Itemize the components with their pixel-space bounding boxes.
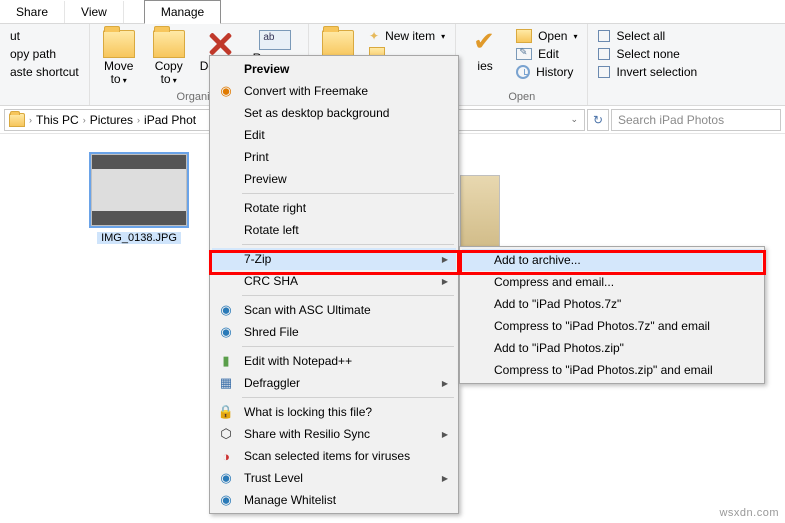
lock-icon: 🔒 (218, 404, 234, 420)
history-button[interactable]: History (512, 64, 581, 80)
watermark: wsxdn.com (719, 507, 779, 519)
menu-set-background[interactable]: Set as desktop background (212, 102, 456, 124)
crumb-thispc[interactable]: This PC (36, 113, 79, 127)
menu-preview[interactable]: Preview (212, 58, 456, 80)
open-icon (516, 29, 532, 43)
select-all-button[interactable]: Select all (594, 28, 701, 44)
group-label-open: Open (462, 89, 581, 105)
shield-icon: ◉ (218, 492, 234, 508)
submenu-add-7z[interactable]: Add to "iPad Photos.7z" (462, 293, 762, 315)
notepad-icon: ▮ (218, 353, 234, 369)
chevron-right-icon[interactable]: › (29, 115, 32, 125)
new-item-button[interactable]: ✦New item▾ (365, 28, 449, 44)
folder-icon (153, 30, 185, 58)
menu-separator (242, 397, 454, 398)
menu-separator (242, 346, 454, 347)
tab-share[interactable]: Share (0, 1, 65, 23)
file-name: IMG_0138.JPG (97, 232, 181, 244)
invert-selection-button[interactable]: Invert selection (594, 64, 701, 80)
submenu-add-zip[interactable]: Add to "iPad Photos.zip" (462, 337, 762, 359)
submenu-compress-7z-email[interactable]: Compress to "iPad Photos.7z" and email (462, 315, 762, 337)
context-submenu-7zip: Add to archive... Compress and email... … (459, 246, 765, 384)
refresh-button[interactable]: ↻ (587, 109, 609, 131)
menu-separator (242, 295, 454, 296)
menu-resilio[interactable]: ⬡Share with Resilio Sync (212, 423, 456, 445)
resilio-icon: ⬡ (218, 426, 234, 442)
properties-button[interactable]: ies (462, 26, 508, 73)
copy-to-button[interactable]: Copy to ▾ (146, 26, 192, 86)
freemake-icon: ◉ (218, 83, 234, 99)
folder-icon (103, 30, 135, 58)
menu-whitelist[interactable]: ◉Manage Whitelist (212, 489, 456, 511)
menu-convert-freemake[interactable]: ◉Convert with Freemake (212, 80, 456, 102)
checkbox-icon (598, 30, 610, 42)
edit-icon (516, 48, 532, 60)
file-thumbnail[interactable] (460, 175, 500, 247)
menu-notepadpp[interactable]: ▮Edit with Notepad++ (212, 350, 456, 372)
shred-icon: ◉ (218, 324, 234, 340)
shield-icon: ◑ (218, 448, 234, 464)
chevron-right-icon[interactable]: › (83, 115, 86, 125)
move-to-button[interactable]: Move to ▾ (96, 26, 142, 86)
submenu-compress-email[interactable]: Compress and email... (462, 271, 762, 293)
ribbon-tabs: Share View Manage (0, 0, 785, 24)
menu-preview2[interactable]: Preview (212, 168, 456, 190)
search-input[interactable]: Search iPad Photos (611, 109, 781, 131)
thumbnail-image (91, 154, 187, 226)
cut-button[interactable]: ut (6, 28, 83, 44)
folder-icon (322, 30, 354, 58)
context-menu: Preview ◉Convert with Freemake Set as de… (209, 55, 459, 514)
rename-icon (259, 30, 291, 50)
chevron-down-icon[interactable]: ⌄ (570, 114, 578, 125)
delete-x-icon (205, 30, 235, 58)
folder-icon (9, 113, 25, 127)
crumb-ipad[interactable]: iPad Phot (144, 113, 196, 127)
menu-7zip[interactable]: 7-Zip (212, 248, 456, 270)
defraggler-icon: ▦ (218, 375, 234, 391)
menu-scan-asc[interactable]: ◉Scan with ASC Ultimate (212, 299, 456, 321)
checkbox-icon (598, 66, 610, 78)
menu-locking-file[interactable]: 🔒What is locking this file? (212, 401, 456, 423)
refresh-icon: ↻ (593, 113, 603, 127)
menu-edit[interactable]: Edit (212, 124, 456, 146)
menu-print[interactable]: Print (212, 146, 456, 168)
menu-separator (242, 193, 454, 194)
app-icon (218, 61, 234, 77)
open-button[interactable]: Open▾ (512, 28, 581, 44)
history-icon (516, 65, 530, 79)
chevron-right-icon[interactable]: › (137, 115, 140, 125)
edit-button[interactable]: Edit (512, 46, 581, 62)
menu-trust-level[interactable]: ◉Trust Level (212, 467, 456, 489)
menu-rotate-right[interactable]: Rotate right (212, 197, 456, 219)
menu-scan-virus[interactable]: ◑Scan selected items for viruses (212, 445, 456, 467)
check-icon (470, 30, 500, 58)
menu-separator (242, 244, 454, 245)
menu-crc-sha[interactable]: CRC SHA (212, 270, 456, 292)
menu-defraggler[interactable]: ▦Defraggler (212, 372, 456, 394)
shield-icon: ◉ (218, 470, 234, 486)
submenu-compress-zip-email[interactable]: Compress to "iPad Photos.zip" and email (462, 359, 762, 381)
menu-shred[interactable]: ◉Shred File (212, 321, 456, 343)
asc-icon: ◉ (218, 302, 234, 318)
paste-shortcut-button[interactable]: aste shortcut (6, 64, 83, 80)
checkbox-icon (598, 48, 610, 60)
tab-view[interactable]: View (65, 1, 124, 23)
thumbnail-image (460, 175, 500, 247)
select-none-button[interactable]: Select none (594, 46, 701, 62)
copy-path-button[interactable]: opy path (6, 46, 83, 62)
menu-rotate-left[interactable]: Rotate left (212, 219, 456, 241)
tab-manage[interactable]: Manage (144, 0, 221, 24)
submenu-add-archive[interactable]: Add to archive... (462, 249, 762, 271)
file-thumbnail[interactable]: IMG_0138.JPG (84, 154, 194, 244)
crumb-pictures[interactable]: Pictures (90, 113, 133, 127)
